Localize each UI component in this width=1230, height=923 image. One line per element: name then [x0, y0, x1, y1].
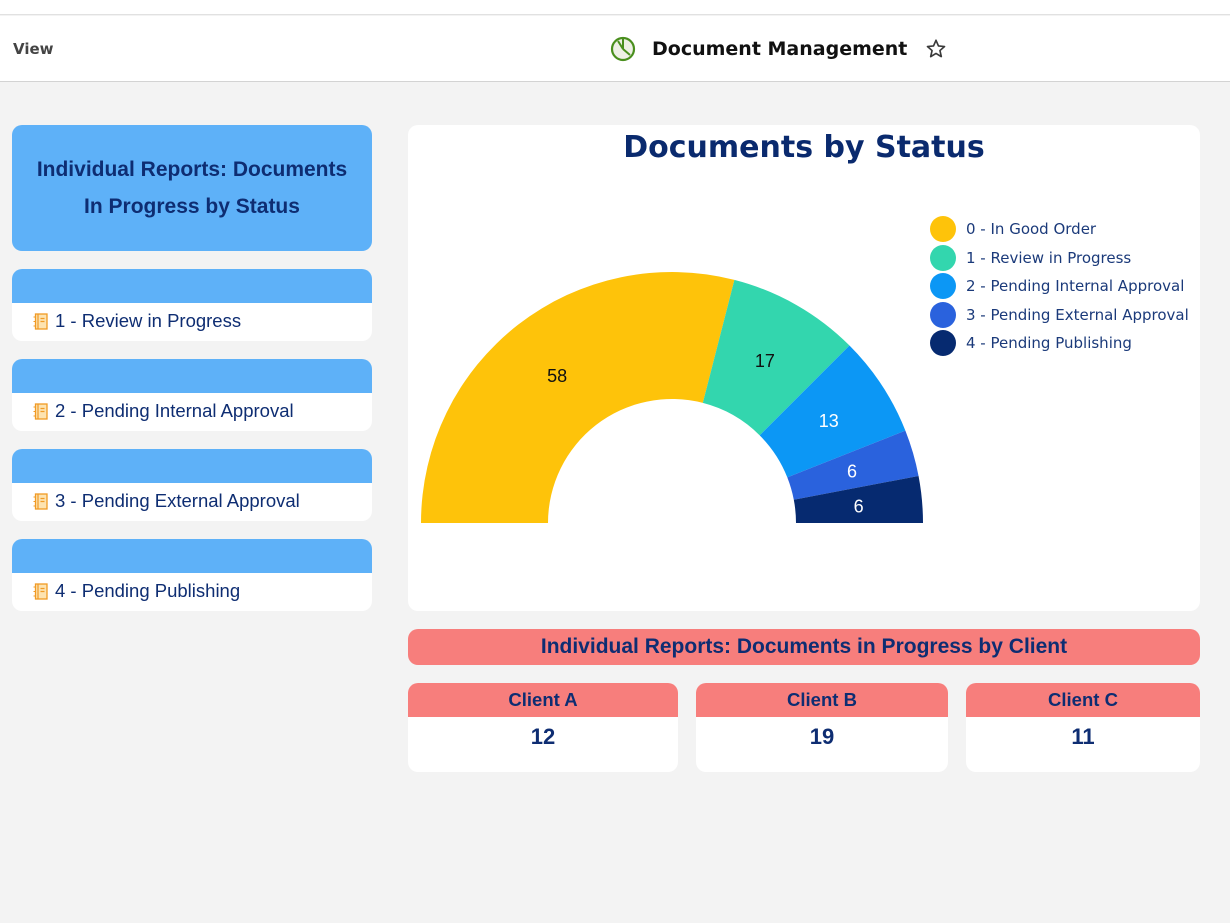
- legend-label: 1 - Review in Progress: [966, 248, 1132, 267]
- notebook-icon: [33, 312, 48, 330]
- client-name: Client A: [508, 689, 578, 710]
- legend-label: 0 - In Good Order: [966, 220, 1097, 239]
- legend-item-3[interactable]: 3 - Pending External Approval: [930, 301, 1189, 330]
- semi-donut-chart: 58 17 13 6 6: [421, 272, 923, 523]
- notebook-icon: [33, 492, 48, 510]
- app-title: Document Management: [652, 38, 908, 60]
- status-card-bar: [12, 539, 372, 573]
- status-card-pending-internal-approval[interactable]: 2 - Pending Internal Approval: [12, 359, 372, 431]
- legend-item-1[interactable]: 1 - Review in Progress: [930, 244, 1189, 273]
- status-card-pending-publishing[interactable]: 4 - Pending Publishing: [12, 539, 372, 611]
- status-card-bar: [12, 269, 372, 303]
- app-header: View Document Management: [0, 16, 1230, 82]
- chart-slice-0[interactable]: [421, 272, 735, 523]
- notebook-icon: [33, 402, 48, 420]
- legend-swatch: [930, 330, 956, 357]
- chart-data-label-1: 17: [755, 351, 775, 371]
- documents-by-status-chart: 58 17 13 6 6 Documents by Status 0 - In Good…: [408, 125, 1200, 611]
- chart-data-label-2: 13: [819, 411, 839, 431]
- pie-chart-icon: [610, 36, 636, 62]
- legend-item-0[interactable]: 0 - In Good Order: [930, 215, 1189, 244]
- legend-swatch: [930, 301, 956, 328]
- client-card-b[interactable]: Client B 19: [696, 683, 948, 772]
- client-count: 12: [530, 724, 556, 749]
- client-name: Client B: [787, 689, 857, 710]
- chart-data-label-3: 6: [847, 462, 857, 482]
- client-name: Client C: [1048, 689, 1118, 710]
- app-title-group: Document Management: [610, 36, 947, 62]
- star-icon[interactable]: [925, 38, 947, 60]
- legend-swatch: [930, 216, 956, 243]
- view-menu[interactable]: View: [13, 40, 54, 58]
- client-panel-title: Individual Reports: Documents in Progres…: [408, 629, 1200, 665]
- status-card-label: 2 - Pending Internal Approval: [55, 400, 294, 421]
- client-count: 19: [809, 724, 835, 749]
- status-card-bar: [12, 449, 372, 483]
- legend-item-4[interactable]: 4 - Pending Publishing: [930, 329, 1189, 358]
- chart-data-label-4: 6: [854, 496, 864, 516]
- status-card-label: 1 - Review in Progress: [55, 310, 242, 331]
- chart-data-label-0: 58: [547, 366, 567, 386]
- legend-label: 3 - Pending External Approval: [966, 305, 1189, 324]
- notebook-icon: [33, 582, 48, 600]
- client-card-a[interactable]: Client A 12: [408, 683, 678, 772]
- chart-legend: 0 - In Good Order 1 - Review in Progress 2…: [930, 215, 1189, 358]
- client-card-c[interactable]: Client C 11: [966, 683, 1200, 772]
- legend-label: 2 - Pending Internal Approval: [966, 277, 1185, 296]
- chart-title: Documents by Status: [623, 130, 985, 165]
- status-panel-title-text: Individual Reports: Documents In Progres…: [36, 158, 348, 218]
- status-card-label: 3 - Pending External Approval: [55, 490, 300, 511]
- status-card-review-in-progress[interactable]: 1 - Review in Progress: [12, 269, 372, 341]
- legend-label: 4 - Pending Publishing: [966, 334, 1132, 353]
- legend-swatch: [930, 273, 956, 300]
- legend-swatch: [930, 244, 956, 271]
- client-count: 11: [1071, 724, 1095, 749]
- status-card-label: 4 - Pending Publishing: [55, 580, 241, 601]
- top-strip: [0, 0, 1230, 15]
- status-panel-title: Individual Reports: Documents In Progres…: [12, 125, 372, 251]
- legend-item-2[interactable]: 2 - Pending Internal Approval: [930, 272, 1189, 301]
- client-panel-title-text: Individual Reports: Documents in Progres…: [540, 635, 1068, 658]
- status-card-bar: [12, 359, 372, 393]
- status-card-pending-external-approval[interactable]: 3 - Pending External Approval: [12, 449, 372, 521]
